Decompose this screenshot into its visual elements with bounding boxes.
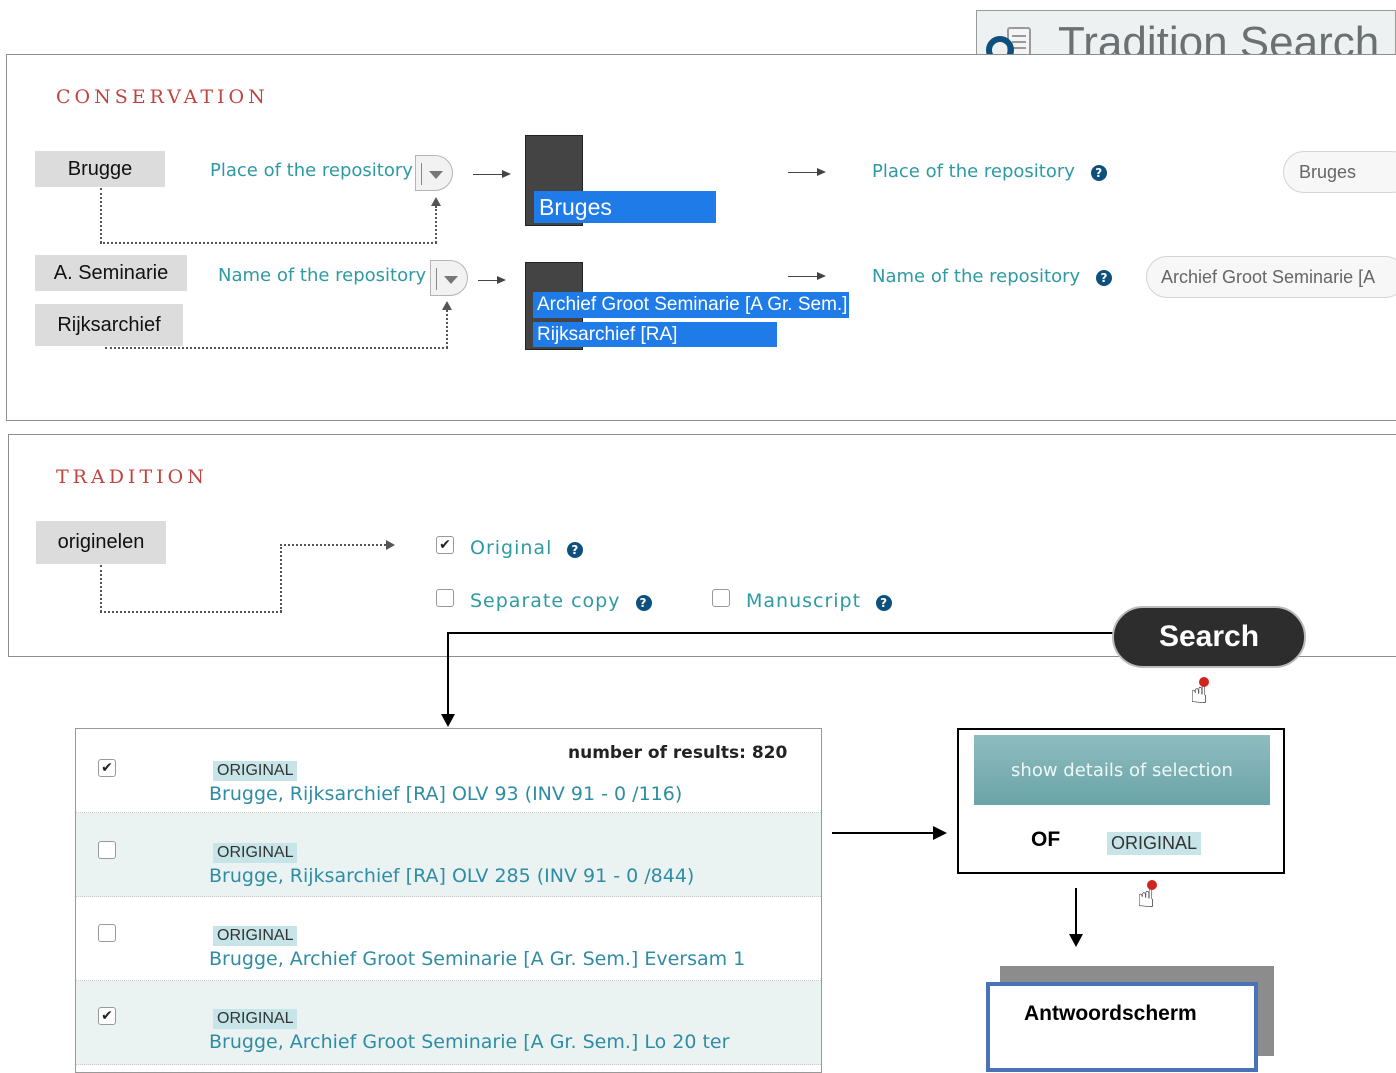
original-badge: ORIGINAL bbox=[213, 843, 298, 863]
result-link[interactable]: Brugge, Archief Groot Seminarie [A Gr. S… bbox=[209, 1031, 729, 1053]
arrow-line bbox=[478, 280, 498, 281]
dotted-connector bbox=[446, 310, 448, 348]
originelen-label: originelen bbox=[36, 521, 166, 564]
flow-line bbox=[1075, 888, 1077, 934]
click-indicator-dot bbox=[1199, 677, 1209, 687]
original-checkbox[interactable]: ✔ bbox=[436, 536, 454, 554]
selected-name-option-1[interactable]: Archief Groot Seminarie [A Gr. Sem.] bbox=[533, 292, 849, 318]
table-row[interactable]: ORIGINAL Brugge, Archief Groot Seminarie… bbox=[76, 897, 821, 981]
arrow-down-icon bbox=[1069, 934, 1083, 947]
dotted-connector bbox=[100, 565, 102, 612]
dotted-arrow-up-icon bbox=[442, 301, 452, 310]
show-details-button[interactable]: show details of selection bbox=[974, 735, 1270, 805]
result-link[interactable]: Brugge, Rijksarchief [RA] OLV 285 (INV 9… bbox=[209, 865, 694, 887]
row-checkbox[interactable] bbox=[98, 924, 116, 942]
chevron-down-icon bbox=[444, 276, 458, 284]
arrow-right-icon bbox=[817, 168, 826, 176]
result-link[interactable]: Brugge, Rijksarchief [RA] OLV 93 (INV 91… bbox=[209, 783, 682, 805]
help-icon[interactable]: ? bbox=[635, 595, 652, 611]
flow-line bbox=[832, 832, 934, 834]
dotted-arrow-up-icon bbox=[431, 197, 441, 206]
place-of-repository-field-label: Place of the repository ? bbox=[872, 161, 1107, 182]
selected-place-option[interactable]: Bruges bbox=[534, 191, 716, 223]
place-of-repository-label: Place of the repository bbox=[210, 160, 413, 181]
place-field-value: Bruges bbox=[1299, 161, 1357, 182]
place-field[interactable]: Bruges bbox=[1283, 151, 1396, 193]
rijksarchief-label: Rijksarchief bbox=[35, 304, 183, 346]
help-icon[interactable]: ? bbox=[1095, 270, 1112, 286]
original-badge: ORIGINAL bbox=[213, 761, 298, 781]
arrow-right-icon bbox=[933, 826, 947, 840]
flow-line bbox=[447, 632, 449, 714]
or-label: OF bbox=[1031, 828, 1061, 851]
manuscript-option-label: Manuscript bbox=[746, 590, 862, 612]
name-of-repository-field-label: Name of the repository ? bbox=[872, 266, 1112, 287]
arrow-line bbox=[788, 276, 818, 277]
arrow-line bbox=[473, 174, 503, 175]
row-checkbox[interactable]: ✔ bbox=[98, 1007, 116, 1025]
conservation-panel bbox=[6, 54, 1396, 421]
arrow-right-icon bbox=[497, 276, 506, 284]
answer-screen-box: Antwoordscherm bbox=[986, 982, 1258, 1072]
search-button[interactable]: Search bbox=[1112, 606, 1306, 668]
dotted-arrow-right-icon bbox=[386, 540, 395, 550]
manuscript-option: Manuscript ? bbox=[746, 590, 893, 612]
separate-copy-option-label: Separate copy bbox=[470, 590, 621, 612]
place-dropdown-button[interactable] bbox=[415, 155, 453, 191]
flow-line bbox=[447, 632, 1113, 634]
dotted-connector bbox=[105, 347, 448, 349]
name-field-label-text: Name of the repository bbox=[872, 266, 1081, 287]
conservation-title: CONSERVATION bbox=[56, 86, 269, 108]
name-of-repository-label: Name of the repository bbox=[218, 265, 427, 286]
arrow-line bbox=[788, 172, 818, 173]
original-badge: ORIGINAL bbox=[213, 926, 298, 946]
separate-copy-checkbox[interactable] bbox=[436, 589, 454, 607]
help-icon[interactable]: ? bbox=[1090, 165, 1107, 181]
table-row[interactable]: ✔ ORIGINAL Brugge, Rijksarchief [RA] OLV… bbox=[76, 729, 821, 813]
row-checkbox[interactable]: ✔ bbox=[98, 759, 116, 777]
dotted-connector bbox=[435, 206, 437, 243]
dotted-connector bbox=[100, 242, 437, 244]
arrow-right-icon bbox=[502, 170, 511, 178]
dotted-connector bbox=[100, 611, 282, 613]
results-list: ✔ ORIGINAL Brugge, Rijksarchief [RA] OLV… bbox=[75, 728, 822, 1073]
dotted-connector bbox=[100, 188, 102, 243]
separate-copy-option: Separate copy ? bbox=[470, 590, 652, 612]
table-row[interactable]: ✔ ORIGINAL Brugge, Archief Groot Seminar… bbox=[76, 981, 821, 1065]
help-icon[interactable]: ? bbox=[567, 542, 584, 558]
manuscript-checkbox[interactable] bbox=[712, 589, 730, 607]
brugge-label: Brugge bbox=[35, 151, 165, 187]
chevron-down-icon bbox=[429, 171, 443, 179]
original-option: Original ? bbox=[470, 537, 584, 559]
original-option-label: Original bbox=[470, 537, 553, 559]
original-badge: ORIGINAL bbox=[213, 1009, 298, 1029]
name-field[interactable]: Archief Groot Seminarie [A bbox=[1146, 256, 1396, 298]
click-indicator-dot bbox=[1147, 880, 1157, 890]
tradition-title: TRADITION bbox=[56, 466, 208, 488]
help-icon[interactable]: ? bbox=[876, 595, 893, 611]
name-field-value: Archief Groot Seminarie [A bbox=[1161, 266, 1376, 287]
row-checkbox[interactable] bbox=[98, 841, 116, 859]
dotted-connector bbox=[280, 544, 386, 546]
table-row[interactable]: ORIGINAL Brugge, Rijksarchief [RA] OLV 2… bbox=[76, 813, 821, 897]
result-count: number of results: 820 bbox=[564, 743, 792, 763]
name-dropdown-button[interactable] bbox=[430, 260, 468, 296]
arrow-right-icon bbox=[817, 272, 826, 280]
dotted-connector bbox=[280, 544, 282, 612]
selected-name-option-2[interactable]: Rijksarchief [RA] bbox=[533, 322, 777, 347]
result-link[interactable]: Brugge, Archief Groot Seminarie [A Gr. S… bbox=[209, 948, 745, 970]
answer-screen-label: Antwoordscherm bbox=[1024, 1002, 1197, 1025]
place-field-label-text: Place of the repository bbox=[872, 161, 1075, 182]
seminarie-label: A. Seminarie bbox=[35, 255, 187, 291]
original-badge-filter[interactable]: ORIGINAL bbox=[1107, 832, 1202, 855]
arrow-down-icon bbox=[441, 714, 455, 727]
